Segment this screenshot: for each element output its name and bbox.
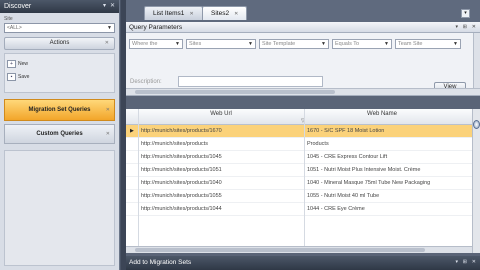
cell-web-url[interactable]: http://munich/sites/products/1044	[141, 203, 301, 216]
actions-header[interactable]: Actions ✕	[4, 37, 115, 50]
discover-pane: Discover ▾ ✕ Site <ALL> ▼ Actions ✕ + Ne…	[0, 0, 120, 270]
new-icon: +	[7, 60, 16, 68]
table-row[interactable]: http://munich/sites/products/1045 1045 - …	[126, 151, 480, 164]
column-header-web-url[interactable]: Web Url	[141, 109, 301, 119]
cell-web-name[interactable]: 1670 - S/C SPF 18 Moist Lotion	[307, 125, 457, 138]
cell-web-url[interactable]: http://munich/sites/products/1051	[141, 164, 301, 177]
cell-web-url[interactable]: http://munich/sites/products/1670	[141, 125, 301, 138]
site-select[interactable]: <ALL> ▼	[4, 23, 115, 33]
operator-combo-value: Equals To	[335, 41, 360, 47]
tab-label: Sites2	[211, 10, 230, 17]
object-combo-value: Sites	[189, 41, 202, 47]
discover-title: Discover	[4, 3, 32, 10]
cell-web-name[interactable]: Products	[307, 138, 457, 151]
value-combo[interactable]: Team Site ▼	[395, 39, 461, 49]
collapse-icon[interactable]: ✕	[106, 125, 110, 143]
grid-horizontal-scrollbar[interactable]	[126, 246, 472, 253]
chevron-down-icon: ▼	[453, 41, 458, 47]
property-combo-value: Site Template	[262, 41, 296, 47]
main-area: List Items1 ✕ Sites2 ✕ ▾ Query Parameters …	[121, 0, 480, 270]
discover-title-bar: Discover ▾ ✕	[0, 0, 119, 13]
where-combo[interactable]: Where the ▼	[129, 39, 183, 49]
cell-web-name[interactable]: 1044 - CRE Eye Crème	[307, 203, 457, 216]
cell-web-name[interactable]: 1045 - CRE Express Contour Lift	[307, 151, 457, 164]
table-row[interactable]: ▶ http://munich/sites/products/1670 1670 -…	[126, 125, 480, 138]
description-label: Description:	[130, 79, 162, 85]
new-label: New	[18, 61, 29, 67]
pin-icon[interactable]: ⊞	[463, 256, 467, 269]
close-icon[interactable]: ✕	[472, 22, 476, 33]
results-grid: Web Url Web Name ▽ ▶ http://munich/sites/…	[126, 109, 480, 253]
table-row[interactable]: http://munich/sites/products/1055 1055 - …	[126, 190, 480, 203]
collapse-icon[interactable]: ✕	[106, 100, 110, 120]
object-combo[interactable]: Sites ▼	[186, 39, 256, 49]
add-to-migration-sets-title-bar[interactable]: Add to Migration Sets ▾ ⊞ ✕	[126, 256, 480, 270]
collapse-icon[interactable]: ✕	[105, 38, 109, 49]
value-combo-value: Team Site	[398, 41, 423, 47]
save-icon: ▪	[7, 73, 16, 81]
tab-list-items1[interactable]: List Items1 ✕	[144, 6, 203, 20]
tab-label: List Items1	[153, 10, 185, 17]
chevron-down-icon: ▼	[107, 25, 112, 31]
pin-icon[interactable]: ⊞	[463, 22, 467, 33]
chevron-down-icon: ▼	[248, 41, 253, 47]
nav-migration-set-queries-label: Migration Set Queries	[28, 107, 91, 113]
actions-label: Actions	[49, 40, 70, 46]
query-parameters-title: Query Parameters	[129, 24, 183, 31]
cell-web-name[interactable]: 1040 - Mineral Masque 75ml Tube New Pack…	[307, 177, 457, 190]
tab-close-icon[interactable]: ✕	[234, 11, 238, 17]
table-row[interactable]: http://munich/sites/products/1051 1051 - …	[126, 164, 480, 177]
cell-web-name[interactable]: 1055 - Nutri Moist 40 ml Tube	[307, 190, 457, 203]
close-icon[interactable]: ✕	[472, 256, 476, 269]
close-icon[interactable]: ✕	[110, 0, 115, 13]
site-label: Site	[4, 16, 13, 22]
add-to-migration-sets-title: Add to Migration Sets	[129, 259, 192, 266]
description-input[interactable]	[178, 76, 323, 87]
new-action[interactable]: + New	[7, 59, 112, 69]
cell-web-name[interactable]: 1051 - Nutri Moist Plus Intensive Moist.…	[307, 164, 457, 177]
grid-rows: ▶ http://munich/sites/products/1670 1670 -…	[126, 125, 480, 216]
actions-panel: + New ▪ Save	[4, 53, 115, 93]
chevron-down-icon: ▼	[384, 41, 389, 47]
table-row[interactable]: http://munich/sites/products/1044 1044 - …	[126, 203, 480, 216]
table-row[interactable]: http://munich/sites/products Products	[126, 138, 480, 151]
chevron-down-icon: ▼	[175, 41, 180, 47]
tab-close-icon[interactable]: ✕	[189, 11, 193, 17]
tab-sites2[interactable]: Sites2 ✕	[202, 6, 248, 20]
nav-empty-area	[4, 150, 115, 266]
grid-divider	[138, 109, 139, 253]
dropdown-icon[interactable]: ▾	[455, 22, 458, 33]
cell-web-url[interactable]: http://munich/sites/products/1045	[141, 151, 301, 164]
site-select-value: <ALL>	[7, 25, 22, 31]
where-combo-value: Where the	[132, 41, 158, 47]
document-tab-bar: List Items1 ✕ Sites2 ✕ ▾	[126, 0, 480, 22]
scrollbar-thumb[interactable]	[135, 248, 425, 252]
nav-custom-queries-label: Custom Queries	[36, 131, 83, 137]
cell-web-url[interactable]: http://munich/sites/products/1055	[141, 190, 301, 203]
pin-icon[interactable]: ▾	[103, 0, 106, 13]
operator-combo[interactable]: Equals To ▼	[332, 39, 392, 49]
nav-migration-set-queries[interactable]: Migration Set Queries ✕	[4, 99, 115, 121]
tab-list-menu-icon[interactable]: ▾	[461, 9, 470, 18]
scroll-knob-icon[interactable]	[473, 120, 480, 129]
column-header-web-name[interactable]: Web Name	[307, 109, 457, 119]
chevron-down-icon: ▼	[321, 41, 326, 47]
grid-vertical-scrollbar[interactable]	[472, 109, 480, 253]
nav-custom-queries[interactable]: Custom Queries ✕	[4, 124, 115, 144]
row-indicator-icon: ▶	[130, 128, 134, 134]
query-vertical-scrollbar[interactable]	[473, 33, 480, 89]
save-label: Save	[18, 74, 30, 80]
cell-web-url[interactable]: http://munich/sites/products	[141, 138, 301, 151]
save-action[interactable]: ▪ Save	[7, 72, 112, 82]
grid-header: Web Url Web Name ▽	[126, 109, 480, 125]
cell-web-url[interactable]: http://munich/sites/products/1040	[141, 177, 301, 190]
property-combo[interactable]: Site Template ▼	[259, 39, 329, 49]
query-parameters-title-bar: Query Parameters ▾ ⊞ ✕	[126, 22, 480, 33]
dropdown-icon[interactable]: ▾	[455, 256, 458, 269]
query-parameters-panel: Where the ▼ Sites ▼ Site Template ▼ Equa…	[126, 33, 480, 96]
grid-divider	[304, 109, 305, 253]
table-row[interactable]: http://munich/sites/products/1040 1040 - …	[126, 177, 480, 190]
query-horizontal-scrollbar[interactable]	[126, 88, 480, 95]
scrollbar-thumb[interactable]	[135, 90, 335, 94]
